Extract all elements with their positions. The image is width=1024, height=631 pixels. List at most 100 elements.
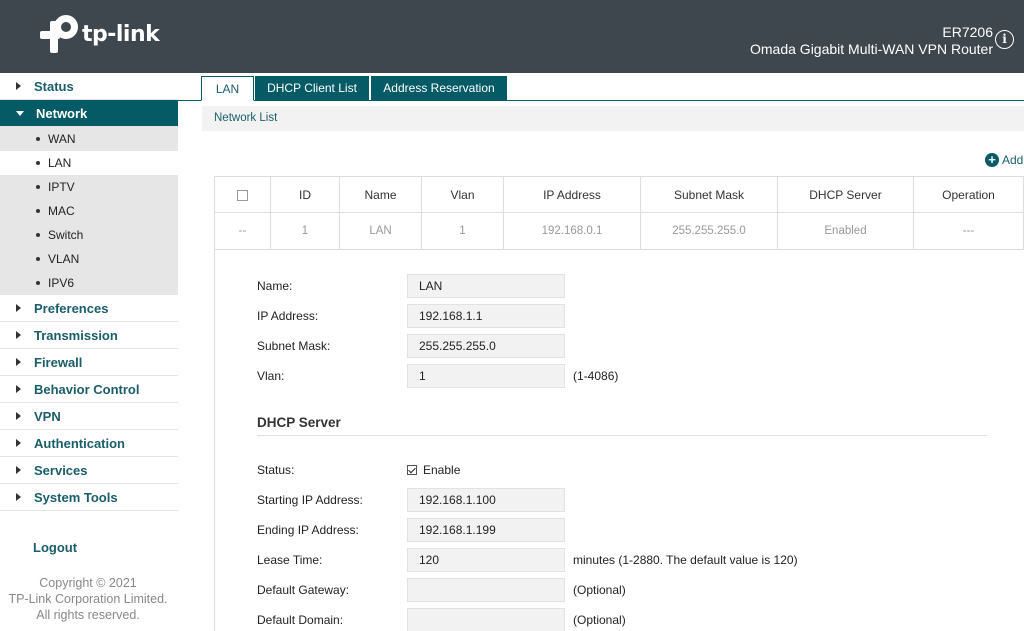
table-header-row: ID Name Vlan IP Address Subnet Mask DHCP… bbox=[214, 176, 1024, 213]
row-name: LAN bbox=[339, 212, 422, 250]
default-domain-hint: (Optional) bbox=[573, 613, 626, 627]
section-divider bbox=[257, 435, 987, 436]
sidebar-item-preferences[interactable]: Preferences bbox=[0, 295, 178, 322]
status-row: Status: Enable bbox=[257, 458, 460, 482]
tp-link-logo: tp-link bbox=[40, 15, 160, 53]
starting-ip-label: Starting IP Address: bbox=[257, 493, 363, 507]
name-label: Name: bbox=[257, 279, 293, 293]
submenu-item-ipv6[interactable]: IPV6 bbox=[0, 271, 178, 295]
logout-link[interactable]: Logout bbox=[33, 540, 77, 555]
ip-address-label: IP Address: bbox=[257, 309, 319, 323]
default-gateway-row: Default Gateway: (Optional) bbox=[257, 578, 626, 602]
select-all-checkbox[interactable] bbox=[237, 189, 248, 201]
table-row[interactable]: -- 1 LAN 1 192.168.0.1 255.255.255.0 Ena… bbox=[214, 212, 1024, 250]
sidebar-item-services[interactable]: Services bbox=[0, 457, 178, 484]
sidebar-item-behavior-control[interactable]: Behavior Control bbox=[0, 376, 178, 403]
submenu-item-mac[interactable]: MAC bbox=[0, 199, 178, 223]
plus-icon: + bbox=[985, 153, 999, 167]
sidebar-item-firewall[interactable]: Firewall bbox=[0, 349, 178, 376]
name-row: Name: LAN bbox=[257, 274, 565, 298]
row-vlan: 1 bbox=[421, 212, 504, 250]
vlan-hint: (1-4086) bbox=[573, 369, 619, 383]
bullet-icon bbox=[36, 185, 40, 189]
tab-address-reservation[interactable]: Address Reservation bbox=[371, 76, 507, 101]
ip-address-input[interactable]: 192.168.1.1 bbox=[407, 304, 565, 328]
lease-time-hint: minutes (1-2880. The default value is 12… bbox=[573, 553, 798, 567]
vlan-label: Vlan: bbox=[257, 369, 285, 383]
submenu-item-wan[interactable]: WAN bbox=[0, 127, 178, 151]
device-model: ER7206 Omada Gigabit Multi-WAN VPN Route… bbox=[750, 24, 993, 58]
sidebar-item-authentication[interactable]: Authentication bbox=[0, 430, 178, 457]
info-icon[interactable]: i bbox=[995, 30, 1014, 49]
bullet-icon bbox=[36, 209, 40, 213]
bullet-icon bbox=[36, 161, 40, 165]
column-header-name[interactable]: Name bbox=[339, 176, 422, 213]
main-content: LAN DHCP Client List Address Reservation… bbox=[178, 73, 1024, 631]
sidebar-item-status[interactable]: Status bbox=[0, 73, 178, 100]
column-header-operation: Operation bbox=[913, 176, 1024, 213]
add-button[interactable]: + Add bbox=[985, 153, 1023, 167]
tab-dhcp-client-list[interactable]: DHCP Client List bbox=[255, 76, 369, 101]
lease-time-input[interactable]: 120 bbox=[407, 548, 565, 572]
chevron-down-icon bbox=[16, 111, 24, 116]
default-gateway-input[interactable] bbox=[407, 578, 565, 602]
default-domain-input[interactable] bbox=[407, 608, 565, 631]
default-gateway-label: Default Gateway: bbox=[257, 583, 350, 597]
dhcp-server-title: DHCP Server bbox=[257, 415, 341, 430]
top-header: tp-link ER7206 Omada Gigabit Multi-WAN V… bbox=[0, 0, 1024, 73]
tab-lan[interactable]: LAN bbox=[201, 76, 254, 101]
submenu-item-vlan[interactable]: VLAN bbox=[0, 247, 178, 271]
product-name: Omada Gigabit Multi-WAN VPN Router bbox=[750, 41, 993, 57]
select-all-cell bbox=[214, 176, 271, 213]
copyright: Copyright © 2021 TP-Link Corporation Lim… bbox=[8, 576, 168, 622]
column-header-vlan[interactable]: Vlan bbox=[421, 176, 504, 213]
sidebar-item-system-tools[interactable]: System Tools bbox=[0, 484, 178, 511]
column-header-ip-address[interactable]: IP Address bbox=[503, 176, 641, 213]
network-list-table: ID Name Vlan IP Address Subnet Mask DHCP… bbox=[214, 176, 1024, 250]
submenu-item-switch[interactable]: Switch bbox=[0, 223, 178, 247]
chevron-right-icon bbox=[16, 358, 21, 366]
ending-ip-input[interactable]: 192.168.1.199 bbox=[407, 518, 565, 542]
bullet-icon bbox=[36, 257, 40, 261]
sidebar-item-network[interactable]: Network bbox=[0, 100, 178, 127]
default-domain-row: Default Domain: (Optional) bbox=[257, 608, 626, 631]
ip-address-row: IP Address: 192.168.1.1 bbox=[257, 304, 565, 328]
status-label: Status: bbox=[257, 463, 295, 477]
chevron-right-icon bbox=[16, 331, 21, 339]
chevron-right-icon bbox=[16, 439, 21, 447]
subnet-mask-input[interactable]: 255.255.255.0 bbox=[407, 334, 565, 358]
submenu-item-iptv[interactable]: IPTV bbox=[0, 175, 178, 199]
starting-ip-row: Starting IP Address: 192.168.1.100 bbox=[257, 488, 565, 512]
column-header-subnet-mask[interactable]: Subnet Mask bbox=[640, 176, 778, 213]
bullet-icon bbox=[36, 137, 40, 141]
enable-label: Enable bbox=[423, 463, 461, 477]
vlan-input[interactable]: 1 bbox=[407, 364, 565, 388]
column-header-dhcp-server[interactable]: DHCP Server bbox=[777, 176, 914, 213]
checkbox-checked-icon[interactable] bbox=[407, 465, 417, 475]
starting-ip-input[interactable]: 192.168.1.100 bbox=[407, 488, 565, 512]
subnet-mask-row: Subnet Mask: 255.255.255.0 bbox=[257, 334, 565, 358]
chevron-right-icon bbox=[16, 412, 21, 420]
ending-ip-row: Ending IP Address: 192.168.1.199 bbox=[257, 518, 565, 542]
tab-bar: LAN DHCP Client List Address Reservation bbox=[178, 73, 1024, 101]
submenu-item-lan[interactable]: LAN bbox=[0, 151, 178, 175]
section-header: Network List bbox=[202, 106, 1024, 131]
row-subnet-mask: 255.255.255.0 bbox=[640, 212, 778, 250]
chevron-right-icon bbox=[16, 82, 21, 90]
enable-checkbox[interactable]: Enable bbox=[407, 463, 460, 477]
lease-time-row: Lease Time: 120 minutes (1-2880. The def… bbox=[257, 548, 798, 572]
sidebar-item-vpn[interactable]: VPN bbox=[0, 403, 178, 430]
row-operation: --- bbox=[913, 212, 1024, 250]
chevron-right-icon bbox=[16, 466, 21, 474]
column-header-id[interactable]: ID bbox=[270, 176, 340, 213]
model-name: ER7206 bbox=[942, 24, 993, 40]
vlan-row: Vlan: 1 (1-4086) bbox=[257, 364, 618, 388]
row-id: 1 bbox=[270, 212, 340, 250]
default-domain-label: Default Domain: bbox=[257, 613, 344, 627]
bullet-icon bbox=[36, 233, 40, 237]
name-input[interactable]: LAN bbox=[407, 274, 565, 298]
sidebar-item-transmission[interactable]: Transmission bbox=[0, 322, 178, 349]
lan-edit-form: Name: LAN IP Address: 192.168.1.1 Subnet… bbox=[214, 250, 1024, 631]
chevron-right-icon bbox=[16, 385, 21, 393]
lease-time-label: Lease Time: bbox=[257, 553, 323, 567]
